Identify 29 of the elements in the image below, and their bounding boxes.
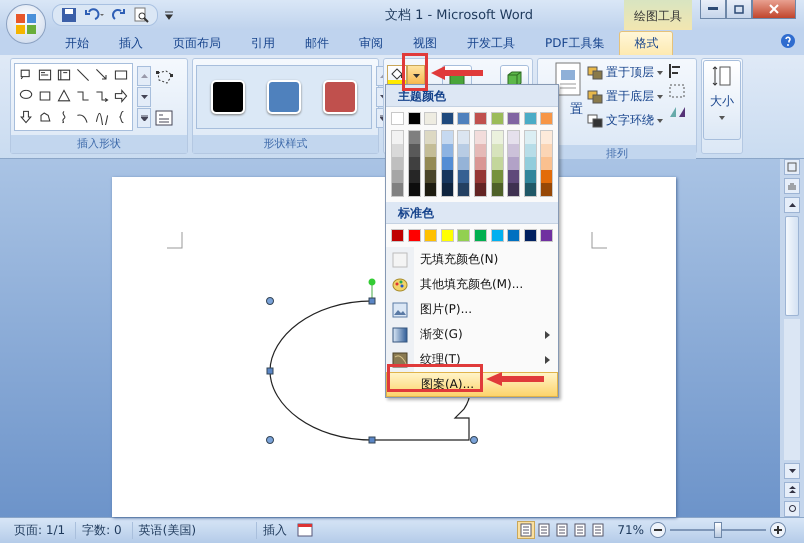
ribbon-tab[interactable]: 页面布局 (158, 30, 236, 55)
menu-item[interactable]: 其他填充颜色(M)... (386, 272, 558, 297)
group-label: 插入形状 (11, 134, 187, 153)
ribbon-tab[interactable]: PDF工具集 (530, 30, 620, 55)
arrange-button[interactable]: 置于顶层 (585, 62, 665, 84)
ribbon-tab[interactable]: 审阅 (344, 30, 398, 55)
ribbon-tab[interactable]: 插入 (104, 30, 158, 55)
language[interactable]: 英语(美国) (132, 522, 258, 539)
menu-item[interactable]: 纹理(T) (386, 347, 558, 372)
page-count[interactable]: 页面: 1/1 (8, 522, 76, 539)
ribbon-tab[interactable]: 引用 (236, 30, 290, 55)
zoom-level[interactable]: 71% (617, 523, 644, 538)
menu-heading: 标准色 (386, 202, 558, 224)
size-button[interactable]: 大小 (703, 60, 741, 140)
word-count[interactable]: 字数: 0 (76, 522, 133, 539)
ribbon-tab[interactable]: 邮件 (290, 30, 344, 55)
arrange-button[interactable]: 文字环绕 (585, 110, 665, 132)
menu-item[interactable]: 渐变(G) (386, 322, 558, 347)
menu-item[interactable]: 图片(P)... (386, 297, 558, 322)
window-title: 文档 1 - Microsoft Word (384, 7, 534, 24)
arrange-button[interactable]: 置于底层 (585, 86, 665, 108)
menu-item[interactable]: 无填充颜色(N) (386, 247, 558, 272)
insert-mode[interactable]: 插入 (257, 522, 298, 539)
ribbon-tab[interactable]: 格式 (619, 30, 674, 55)
ribbon-tab[interactable]: 开始 (50, 30, 104, 55)
context-tab-label: 绘图工具 (624, 0, 692, 30)
ribbon-tab[interactable]: 视图 (398, 30, 452, 55)
group-label: 形状样式 (193, 134, 378, 153)
ribbon-tab[interactable]: 开发工具 (452, 30, 530, 55)
